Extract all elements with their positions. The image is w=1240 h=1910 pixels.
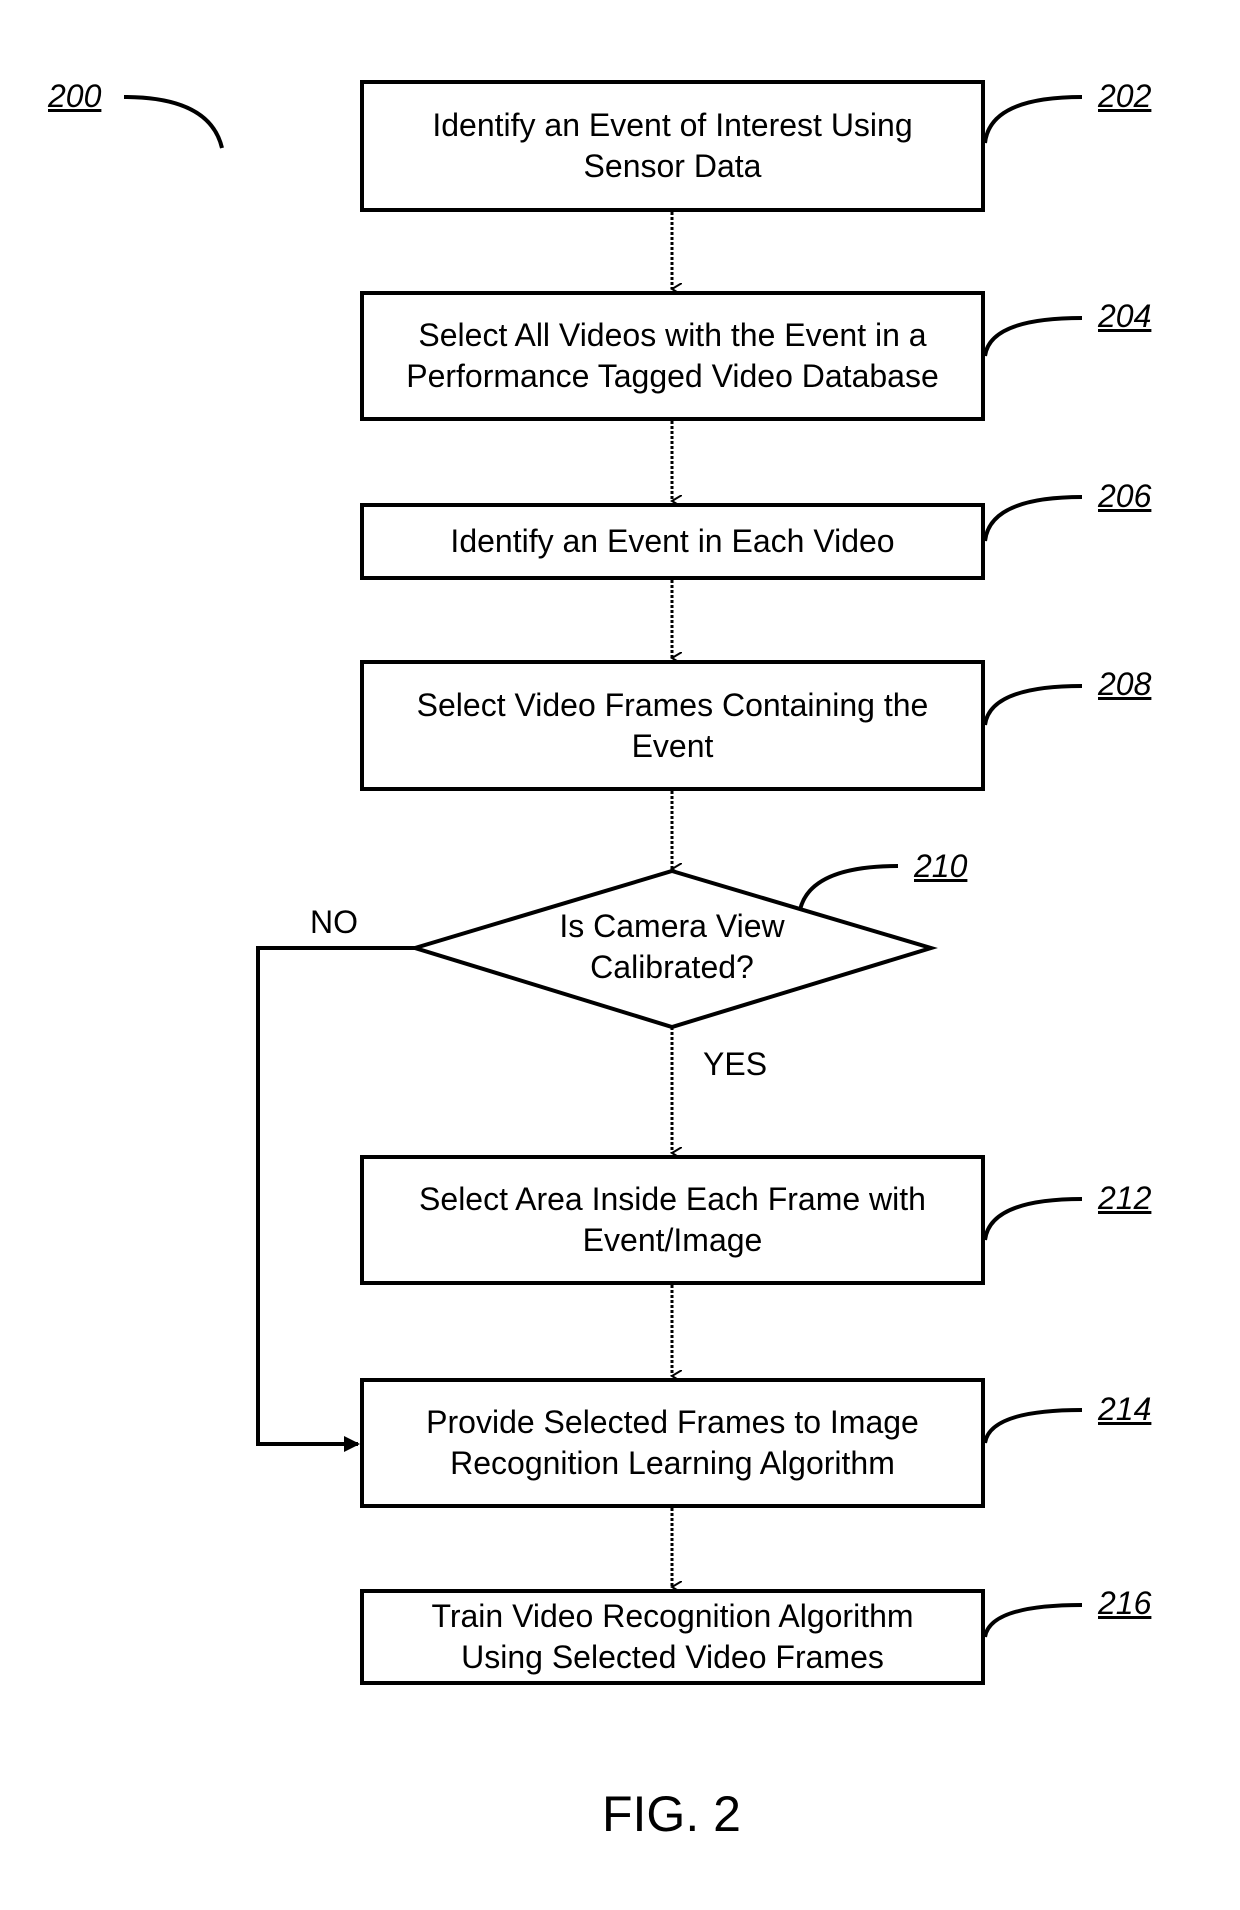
step-text: Provide Selected Frames to Image Recogni… [426, 1404, 919, 1481]
step-ref-204: 204 [1098, 298, 1152, 334]
decision-ref-210: 210 [914, 848, 968, 884]
step-text: Identify an Event in Each Video [450, 523, 895, 559]
step-box-202: Identify an Event of Interest Using Sens… [360, 80, 985, 212]
step-ref-216: 216 [1098, 1585, 1152, 1621]
step-box-208: Select Video Frames Containing the Event [360, 660, 985, 791]
step-box-216: Train Video Recognition Algorithm Using … [360, 1589, 985, 1685]
ref-leader-204 [983, 316, 1083, 357]
ref-leader-216 [983, 1603, 1083, 1638]
step-box-214: Provide Selected Frames to Image Recogni… [360, 1378, 985, 1508]
step-ref-202: 202 [1098, 78, 1152, 114]
figure-ref-leader [123, 95, 224, 149]
yes-label: YES [703, 1046, 768, 1082]
step-box-204: Select All Videos with the Event in a Pe… [360, 291, 985, 421]
step-box-206: Identify an Event in Each Video [360, 503, 985, 580]
ref-leader-208 [983, 684, 1083, 726]
step-box-212: Select Area Inside Each Frame with Event… [360, 1155, 985, 1285]
step-text: Identify an Event of Interest Using Sens… [432, 107, 913, 184]
ref-leader-202 [983, 95, 1083, 144]
figure-title: FIG. 2 [602, 1786, 741, 1842]
step-text: Select All Videos with the Event in a Pe… [406, 317, 939, 394]
step-ref-212: 212 [1098, 1180, 1152, 1216]
step-text: Select Area Inside Each Frame with Event… [419, 1181, 926, 1258]
step-text: Select Video Frames Containing the Event [416, 686, 929, 764]
figure-ref-number: 200 [48, 78, 102, 114]
step-ref-214: 214 [1098, 1391, 1152, 1427]
no-label: NO [310, 904, 358, 940]
step-ref-206: 206 [1098, 478, 1152, 514]
step-text: Train Video Recognition Algorithm Using … [431, 1598, 914, 1675]
ref-leader-206 [983, 495, 1083, 542]
ref-leader-214 [983, 1408, 1083, 1444]
step-ref-208: 208 [1098, 666, 1152, 702]
ref-leader-212 [983, 1197, 1083, 1241]
decision-text: Is Camera View Calibrated? [559, 908, 785, 985]
ref-leader-210 [798, 864, 899, 911]
